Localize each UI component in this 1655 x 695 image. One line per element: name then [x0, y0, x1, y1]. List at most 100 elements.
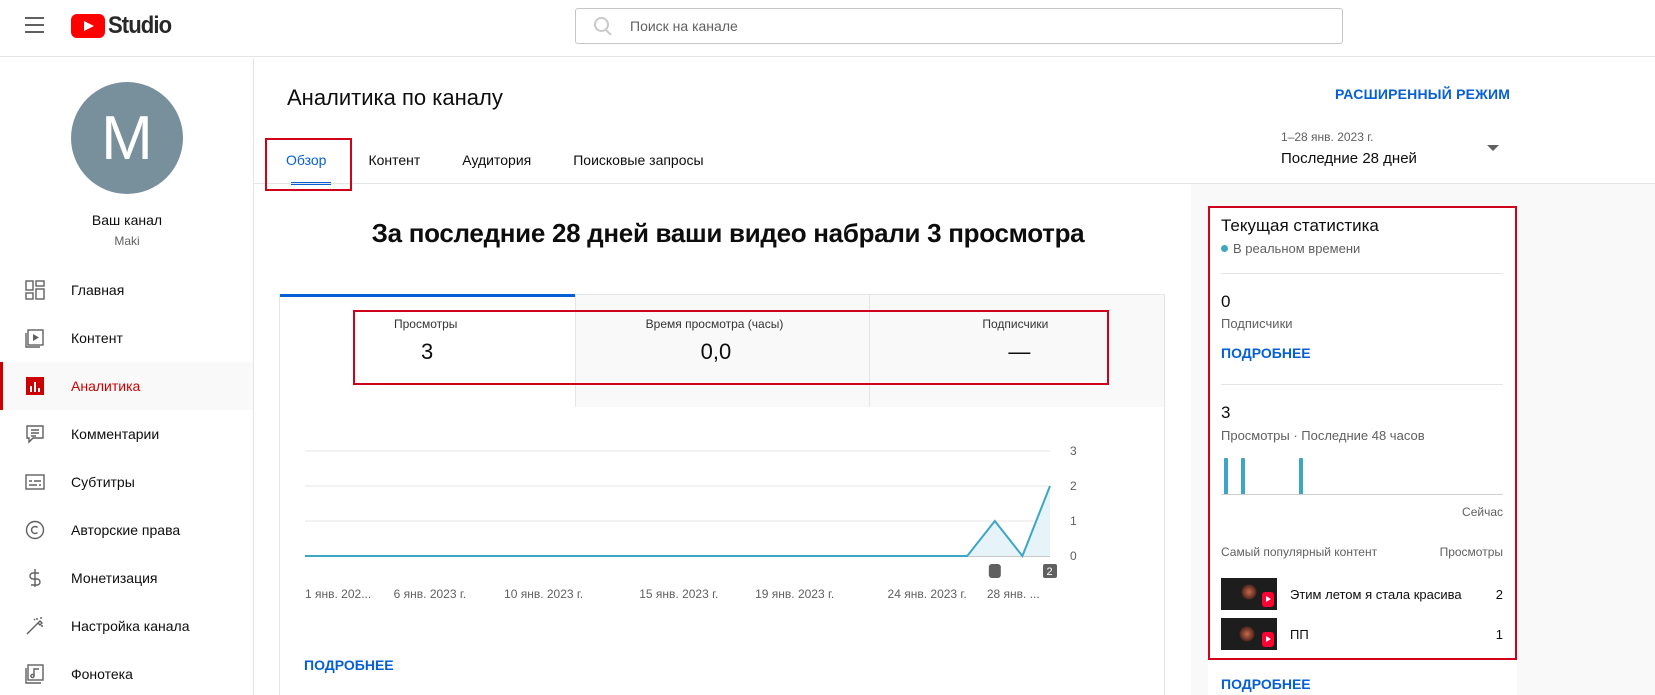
realtime-subscribers-more-link[interactable]: ПОДРОБНЕЕ	[1221, 345, 1311, 361]
y-tick-label: 1	[1070, 514, 1077, 528]
content-views: 2	[1495, 586, 1503, 602]
divider	[1221, 273, 1503, 274]
metric-value: 3	[421, 339, 434, 364]
sidebar-item-label: Субтитры	[71, 474, 135, 490]
sidebar-item-label: Монетизация	[71, 570, 158, 586]
sidebar-item-label: Авторские права	[71, 522, 181, 538]
sidebar-item-comments[interactable]: Комментарии	[0, 410, 253, 458]
chart-more-link[interactable]: ПОДРОБНЕЕ	[304, 657, 394, 673]
subtitles-icon	[25, 472, 45, 492]
analytics-tabs: Обзор Контент Аудитория Поисковые запрос…	[265, 138, 725, 185]
customization-icon	[25, 616, 45, 636]
sidebar-item-monetization[interactable]: Монетизация	[0, 554, 253, 602]
x-tick-label: 6 янв. 2023 г.	[394, 587, 466, 601]
realtime-live: В реальном времени	[1221, 241, 1360, 256]
x-tick-label: 10 янв. 2023 г.	[504, 587, 583, 601]
y-tick-label: 2	[1070, 479, 1077, 493]
search-input[interactable]	[630, 18, 1270, 34]
sidebar-item-label: Комментарии	[71, 426, 160, 442]
content-views: 1	[1495, 626, 1503, 642]
menu-icon[interactable]	[25, 17, 44, 33]
tab-overview[interactable]: Обзор	[265, 138, 347, 185]
sidebar-item-label: Контент	[71, 330, 123, 346]
metric-watch-time[interactable]: Время просмотра (часы) 0,0	[574, 295, 870, 407]
x-tick-label: 28 янв. ...	[987, 587, 1040, 601]
divider	[1221, 384, 1503, 385]
channel-title: Ваш канал	[91, 212, 163, 228]
sidebar-item-customization[interactable]: Настройка канала	[0, 602, 253, 650]
content-icon	[25, 328, 45, 348]
shorts-icon	[988, 564, 1001, 578]
audio-library-icon	[25, 664, 45, 684]
overview-headline: За последние 28 дней ваши видео набрали …	[371, 218, 1085, 248]
x-tick-label: 19 янв. 2023 г.	[755, 587, 834, 601]
metric-label: Время просмотра (часы)	[645, 317, 784, 331]
tab-content[interactable]: Контент	[347, 138, 441, 184]
y-tick-label: 3	[1070, 444, 1077, 458]
metric-label: Просмотры	[394, 317, 458, 331]
youtube-logo-icon	[71, 14, 105, 38]
advanced-mode-link[interactable]: РАСШИРЕННЫЙ РЕЖИМ	[1335, 86, 1510, 102]
realtime-bar[interactable]	[1224, 458, 1228, 494]
sidebar-item-analytics[interactable]: Аналитика	[0, 362, 253, 410]
realtime-bar[interactable]	[1241, 458, 1246, 494]
monetization-icon	[25, 568, 45, 588]
popular-views-header: Просмотры	[1439, 545, 1503, 559]
views-chart[interactable]: 3 2 1 0 1 янв. 202... 6 янв. 2023 г. 10 янв. 2…	[280, 407, 1164, 627]
metric-row: Просмотры 3 Время просмотра (часы) 0,0 П…	[280, 294, 1165, 407]
sidebar-nav: Главная Контент Аналитика Комментарии Су…	[0, 266, 253, 695]
logo-text: Studio	[108, 12, 172, 39]
sidebar-item-copyright[interactable]: Авторские права	[0, 506, 253, 554]
shorts-icon	[1262, 632, 1274, 647]
realtime-views-value: 3	[1221, 403, 1231, 422]
content-title: ПП	[1290, 626, 1309, 642]
search-icon[interactable]	[593, 16, 613, 36]
tab-research[interactable]: Поисковые запросы	[552, 138, 724, 184]
date-range-dates: 1–28 янв. 2023 г.	[1281, 130, 1374, 144]
realtime-views-label: Просмотры · Последние 48 часов	[1221, 428, 1425, 443]
metric-views[interactable]: Просмотры 3	[280, 294, 575, 407]
realtime-chart-baseline	[1221, 494, 1503, 495]
shorts-icon	[1262, 592, 1274, 607]
sidebar-item-label: Главная	[71, 282, 125, 298]
y-tick-label: 0	[1070, 549, 1077, 563]
page-title: Аналитика по каналу	[287, 85, 503, 110]
copyright-icon	[25, 520, 45, 540]
sidebar-item-audio-library[interactable]: Фонотека	[0, 650, 253, 695]
metric-value: —	[1008, 339, 1031, 364]
video-thumbnail	[1221, 578, 1277, 610]
x-tick-label: 24 янв. 2023 г.	[888, 587, 967, 601]
date-range-picker[interactable]: 1–28 янв. 2023 г. Последние 28 дней	[1281, 130, 1417, 167]
sidebar-item-dashboard[interactable]: Главная	[0, 266, 253, 314]
live-dot-icon	[1221, 245, 1228, 252]
dropdown-arrow-icon[interactable]	[1487, 145, 1499, 151]
realtime-title: Текущая статистика	[1221, 216, 1379, 235]
search-bar[interactable]	[575, 8, 1343, 44]
comments-icon	[25, 424, 45, 444]
sidebar-item-subtitles[interactable]: Субтитры	[0, 458, 253, 506]
realtime-bar[interactable]	[1299, 458, 1304, 494]
metric-value: 0,0	[700, 339, 732, 364]
x-tick-label: 1 янв. 202...	[305, 587, 371, 601]
popular-content-item[interactable]: ПП 1	[1221, 618, 1503, 650]
video-thumbnail	[1221, 618, 1277, 650]
dashboard-icon	[25, 280, 45, 300]
sidebar-item-label: Аналитика	[71, 378, 141, 394]
realtime-subscribers-value: 0	[1221, 292, 1231, 311]
metric-label: Подписчики	[982, 317, 1049, 331]
studio-logo[interactable]: Studio	[71, 12, 177, 40]
sidebar: M Ваш канал Maki Главная Контент Аналити…	[0, 58, 254, 695]
top-bar: Studio	[0, 0, 1655, 57]
avatar[interactable]: M	[71, 82, 183, 194]
analytics-icon	[25, 376, 45, 396]
realtime-bottom-more-link[interactable]: ПОДРОБНЕЕ	[1221, 676, 1311, 692]
popular-content-item[interactable]: Этим летом я стала красива 2	[1221, 578, 1503, 610]
tab-audience[interactable]: Аудитория	[441, 138, 552, 184]
sidebar-item-content[interactable]: Контент	[0, 314, 253, 362]
channel-name: Maki	[114, 234, 140, 248]
content-title: Этим летом я стала красива	[1290, 586, 1462, 602]
metric-subscribers[interactable]: Подписчики —	[869, 295, 1165, 407]
sidebar-item-label: Фонотека	[71, 666, 133, 682]
overview-chart-card: Просмотры 3 Время просмотра (часы) 0,0 П…	[279, 294, 1165, 695]
realtime-live-label: В реальном времени	[1233, 241, 1361, 256]
